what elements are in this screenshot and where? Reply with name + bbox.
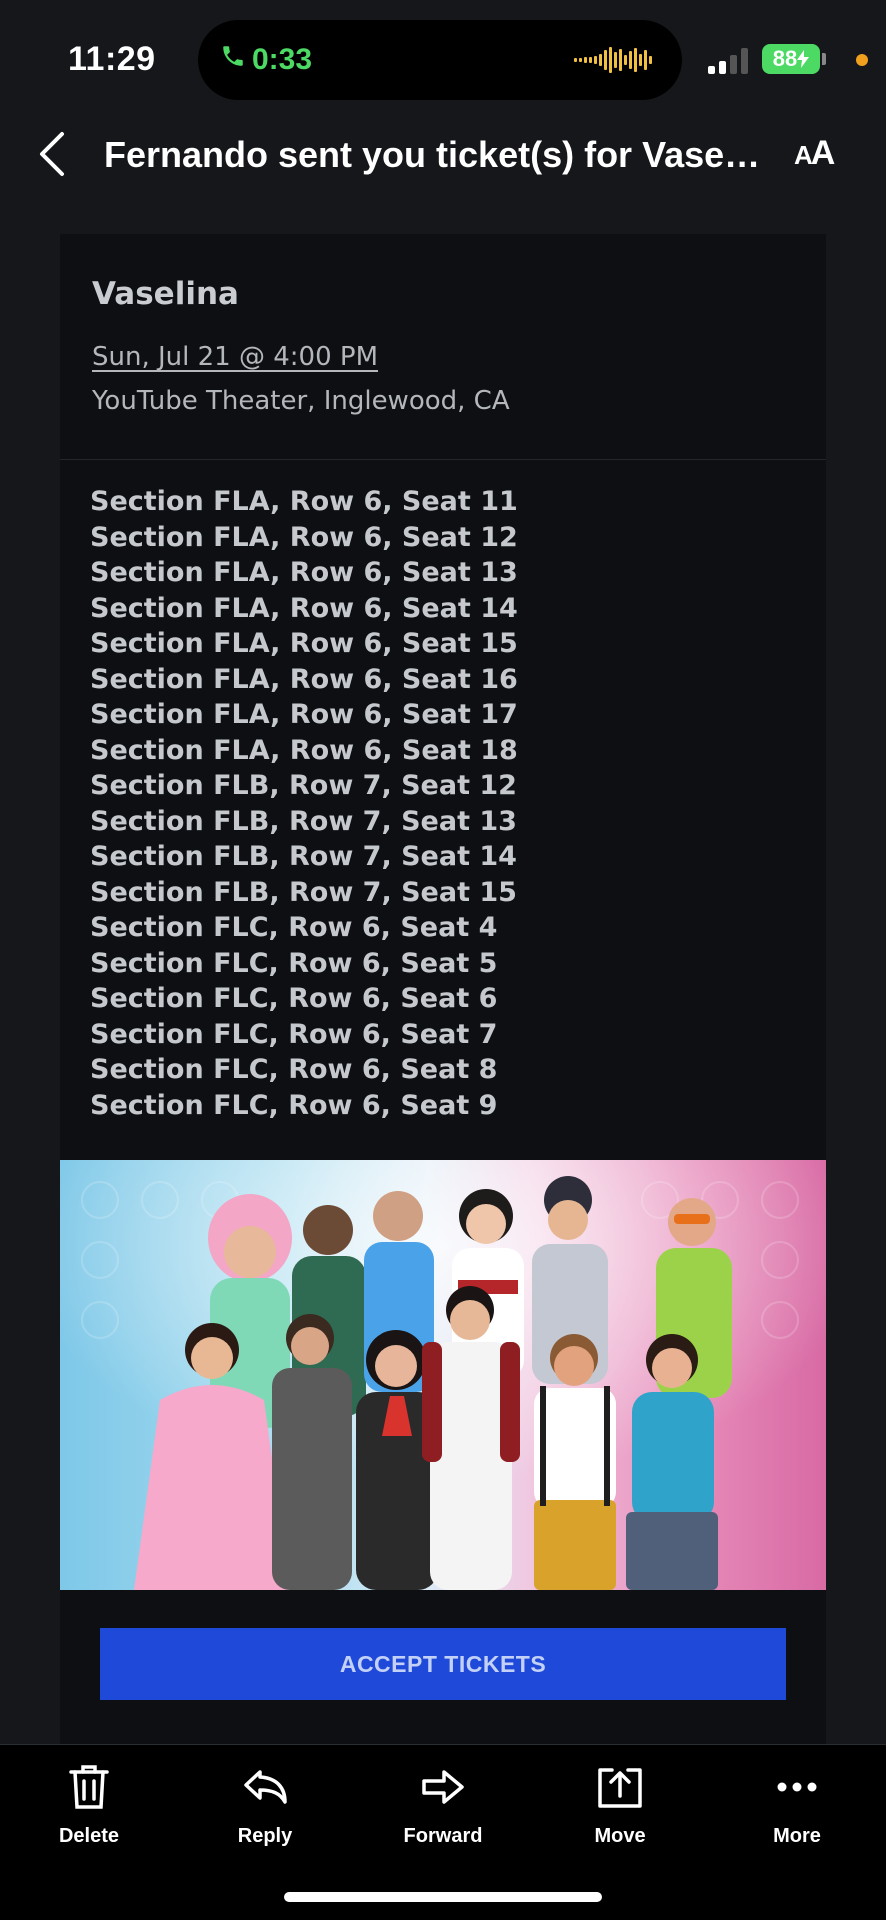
seat-item: Section FLA, Row 6, Seat 15 xyxy=(90,628,518,659)
seat-item: Section FLA, Row 6, Seat 17 xyxy=(90,699,518,730)
event-title: Vaselina xyxy=(92,276,239,312)
seat-item: Section FLA, Row 6, Seat 13 xyxy=(90,557,518,588)
call-indicator[interactable]: 0:33 xyxy=(220,40,312,80)
seat-item: Section FLA, Row 6, Seat 16 xyxy=(90,663,518,695)
delete-label: Delete xyxy=(58,1825,120,1847)
seat-item: Section FLB, Row 7, Seat 12 xyxy=(90,770,517,801)
charging-bolt-icon xyxy=(797,50,810,68)
text-size-large-a: A xyxy=(810,134,836,172)
trash-icon xyxy=(69,1761,109,1813)
home-indicator[interactable] xyxy=(284,1892,602,1902)
text-size-button[interactable]: AA xyxy=(794,134,836,173)
clock: 11:29 xyxy=(68,40,156,78)
phone-icon xyxy=(220,43,246,77)
seat-item: Section FLA, Row 6, Seat 14 xyxy=(90,592,518,624)
seat-item: Section FLB, Row 7, Seat 15 xyxy=(90,876,517,908)
seat-item: Section FLA, Row 6, Seat 18 xyxy=(90,734,518,766)
reply-button[interactable]: Reply xyxy=(195,1761,335,1861)
battery-level: 88 xyxy=(772,46,798,71)
audio-waveform-icon xyxy=(574,47,652,73)
forward-arrow-icon xyxy=(420,1761,466,1813)
more-label: More xyxy=(773,1825,821,1847)
ellipsis-icon xyxy=(777,1761,817,1813)
call-duration: 0:33 xyxy=(252,43,313,76)
event-info: Vaselina Sun, Jul 21 @ 4:00 PM YouTube T… xyxy=(60,234,826,460)
event-poster-image xyxy=(60,1160,826,1590)
seat-item: Section FLC, Row 6, Seat 6 xyxy=(90,983,498,1014)
battery-icon: 88 xyxy=(762,44,820,74)
delete-button[interactable]: Delete xyxy=(19,1761,159,1861)
seat-item: Section FLC, Row 6, Seat 7 xyxy=(90,1018,498,1050)
seat-item: Section FLA, Row 6, Seat 12 xyxy=(90,521,518,553)
forward-button[interactable]: Forward xyxy=(373,1761,513,1861)
email-body: Vaselina Sun, Jul 21 @ 4:00 PM YouTube T… xyxy=(60,234,826,1744)
seat-list: Section FLA, Row 6, Seat 11 Section FLA,… xyxy=(60,460,826,1123)
seat-item: Section FLC, Row 6, Seat 5 xyxy=(90,947,498,979)
move-label: Move xyxy=(594,1825,646,1847)
cell-signal-icon xyxy=(708,46,748,74)
move-folder-icon xyxy=(596,1761,644,1813)
more-button[interactable]: More xyxy=(727,1761,867,1861)
seat-item: Section FLC, Row 6, Seat 8 xyxy=(90,1054,498,1085)
event-date-link[interactable]: Sun, Jul 21 @ 4:00 PM xyxy=(92,342,378,372)
seat-item: Section FLC, Row 6, Seat 4 xyxy=(90,912,498,943)
forward-label: Forward xyxy=(403,1825,483,1847)
move-button[interactable]: Move xyxy=(550,1761,690,1861)
seat-item: Section FLA, Row 6, Seat 11 xyxy=(90,486,518,517)
event-venue: YouTube Theater, Inglewood, CA xyxy=(92,386,510,416)
seat-item: Section FLB, Row 7, Seat 14 xyxy=(90,841,517,872)
battery-tip xyxy=(822,53,826,65)
nav-bar: Fernando sent you ticket(s) for Vasel...… xyxy=(0,120,886,190)
reply-label: Reply xyxy=(237,1825,293,1847)
status-bar: 11:29 0:33 88 xyxy=(0,0,886,110)
email-subject: Fernando sent you ticket(s) for Vasel... xyxy=(104,134,764,175)
seat-item: Section FLB, Row 7, Seat 13 xyxy=(90,805,517,837)
text-size-small-a: A xyxy=(794,140,813,170)
back-button[interactable] xyxy=(32,126,72,182)
privacy-indicator-dot xyxy=(856,54,868,66)
seat-item: Section FLC, Row 6, Seat 9 xyxy=(90,1089,498,1121)
accept-tickets-button[interactable]: ACCEPT TICKETS xyxy=(100,1628,786,1700)
chevron-left-icon xyxy=(40,132,64,176)
reply-arrow-icon xyxy=(242,1761,288,1813)
